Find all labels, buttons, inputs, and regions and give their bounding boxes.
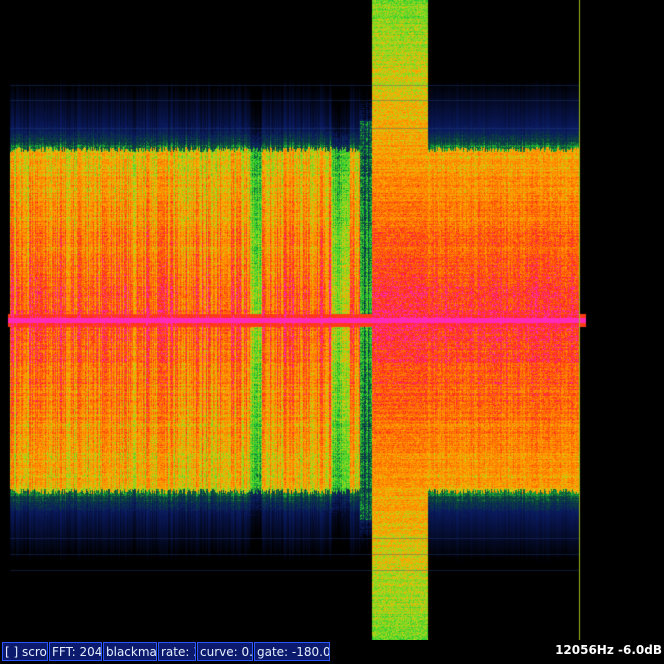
gate-button[interactable]: gate: -180.0dB — [254, 642, 330, 661]
frequency-readout: 12056Hz -6.0dB — [555, 643, 662, 657]
fft-size-button[interactable]: FFT: 2048 — [49, 642, 102, 661]
rate-button[interactable]: rate: 3 — [158, 642, 196, 661]
spectrogram-viewport[interactable] — [0, 0, 664, 640]
status-bar: [ ] scroll FFT: 2048 blackman rate: 3 cu… — [0, 640, 664, 664]
spectrogram-canvas[interactable] — [0, 0, 664, 640]
curve-button[interactable]: curve: 0.0 — [197, 642, 253, 661]
window-function-button[interactable]: blackman — [103, 642, 157, 661]
scroll-toggle-button[interactable]: [ ] scroll — [2, 642, 48, 661]
